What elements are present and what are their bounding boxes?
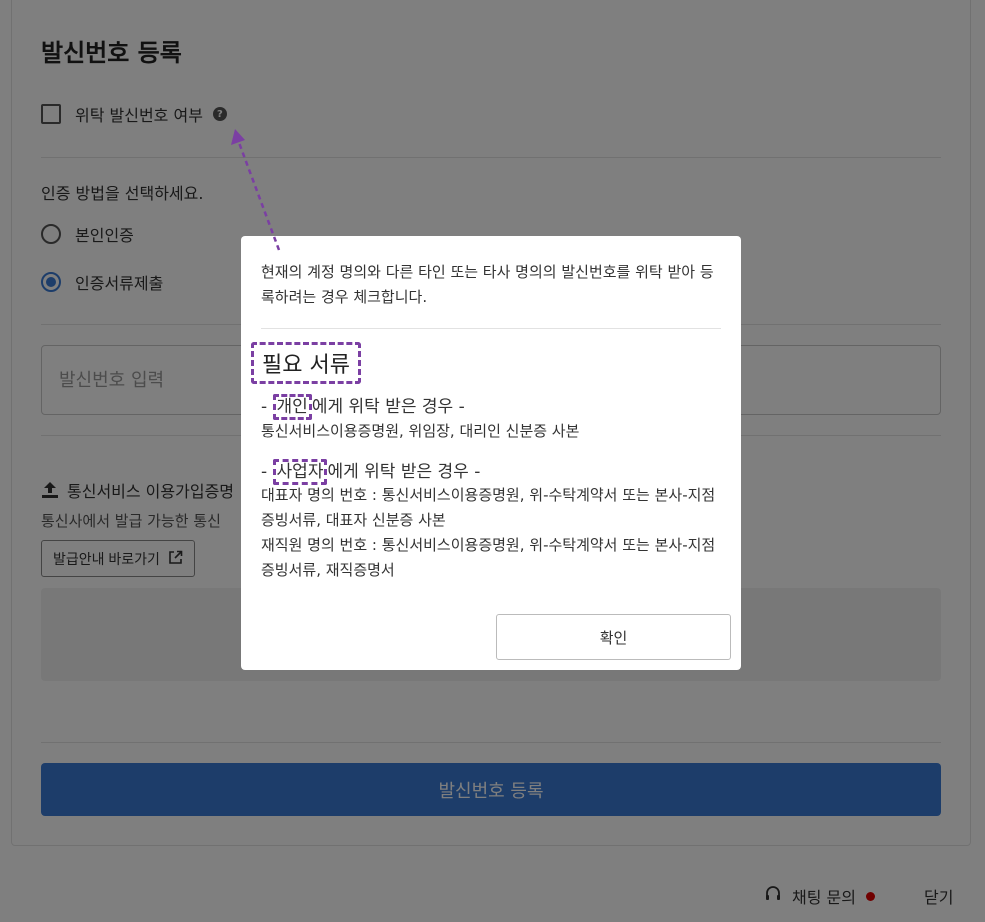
business-docs-employee: 재직원 명의 번호 : 통신서비스이용증명원, 위-수탁계약서 또는 본사-지점… xyxy=(261,536,716,579)
case-prefix: - xyxy=(261,462,273,482)
individual-case-heading: - 개인 에게 위탁 받은 경우 - xyxy=(261,392,465,420)
case-suffix: 에게 위탁 받은 경우 - xyxy=(311,397,465,417)
confirm-button[interactable]: 확인 xyxy=(496,614,731,660)
modal-divider xyxy=(261,328,721,329)
required-docs-title: 필요 서류 xyxy=(251,342,361,384)
individual-highlight: 개인 xyxy=(272,394,312,420)
case-suffix: 에게 위탁 받은 경우 - xyxy=(327,462,481,482)
business-highlight: 사업자 xyxy=(272,459,328,485)
individual-docs: 통신서비스이용증명원, 위임장, 대리인 신분증 사본 xyxy=(261,422,580,440)
business-docs-ceo: 대표자 명의 번호 : 통신서비스이용증명원, 위-수탁계약서 또는 본사-지점… xyxy=(261,486,716,529)
help-modal: 현재의 계정 명의와 다른 타인 또는 타사 명의의 발신번호를 위탁 받아 등… xyxy=(241,236,741,670)
business-case-heading: - 사업자 에게 위탁 받은 경우 - xyxy=(261,457,481,485)
modal-description: 현재의 계정 명의와 다른 타인 또는 타사 명의의 발신번호를 위탁 받아 등… xyxy=(261,263,714,306)
case-prefix: - xyxy=(261,397,273,417)
